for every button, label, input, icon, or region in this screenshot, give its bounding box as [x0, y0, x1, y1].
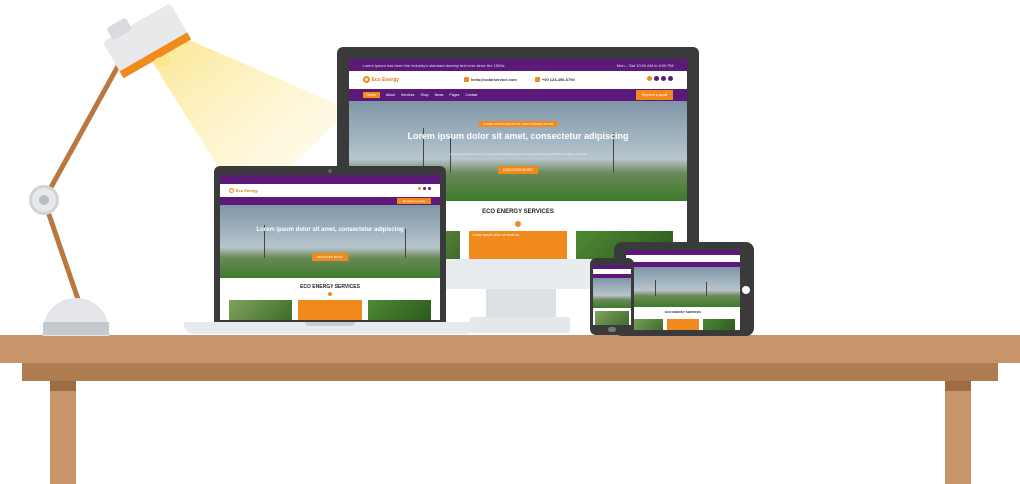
camera-icon — [328, 169, 332, 173]
site-topbar — [220, 175, 440, 184]
sun-icon — [228, 187, 234, 193]
service-card[interactable] — [367, 299, 432, 320]
lamp-base-ring — [43, 322, 109, 335]
nav-item-pages[interactable]: Pages — [449, 93, 459, 97]
nav-item-home[interactable]: Home — [362, 92, 380, 98]
service-card[interactable] — [702, 318, 736, 330]
desk-leg-left — [50, 381, 76, 484]
tablet-home-button[interactable] — [742, 286, 750, 294]
monitor-stand-base — [470, 317, 570, 333]
nav-item-shop[interactable]: Shop — [420, 93, 428, 97]
service-cards — [594, 310, 630, 325]
site-header — [626, 254, 740, 262]
section-title: ECO ENERGY SERVICES — [300, 283, 360, 290]
laptop-screen: Eco Energy Request a quote Lorem ipsum d… — [220, 175, 440, 320]
service-card[interactable] — [298, 299, 362, 320]
mail-icon — [463, 77, 469, 83]
phone-contact[interactable]: +00 123-456-6790 — [534, 75, 575, 86]
card-text: Lorem ipsum dolor sit amet co... — [472, 233, 523, 237]
logo-text: Eco Energy — [371, 76, 400, 83]
site-nav: Home About Services Shop News Pages Cont… — [349, 89, 687, 101]
facebook-icon[interactable] — [654, 76, 660, 82]
lamp-upper-arm — [41, 45, 131, 203]
hero-banner: Lorem ipsum dolor sit amet, consectetur … — [220, 205, 440, 278]
service-card[interactable] — [630, 318, 664, 330]
site-logo[interactable]: Eco Energy — [228, 186, 258, 194]
phone-text: +00 123-456-6790 — [541, 77, 575, 83]
hero-badge: LOREM IPSUM DOLOR SIT AMET CONSECTETUR — [478, 121, 558, 127]
lamp-lower-arm — [41, 197, 83, 308]
facebook-icon[interactable] — [423, 187, 427, 191]
site-header: Eco Energy hello@solarservice.com +00 12… — [349, 71, 687, 89]
hero-banner — [626, 266, 740, 307]
laptop-notch — [305, 322, 355, 326]
website-preview-tablet: ECO ENERGY SERVICES — [626, 250, 740, 330]
desk-leg-shadow — [945, 381, 971, 391]
service-card[interactable] — [228, 299, 293, 320]
service-cards — [228, 299, 432, 320]
nav-item-services[interactable]: Services — [401, 93, 414, 97]
nav-item-contact[interactable]: Contact — [465, 93, 477, 97]
lamp-joint-screw — [39, 195, 49, 205]
email-contact[interactable]: hello@solarservice.com — [463, 75, 517, 86]
service-cards — [630, 318, 736, 330]
nav-item-about[interactable]: About — [386, 93, 395, 97]
lamp-bulb — [154, 57, 170, 67]
phone-screen — [593, 265, 631, 325]
service-card[interactable] — [666, 318, 700, 330]
discover-button[interactable]: DISCOVER MORE — [312, 252, 348, 261]
social-icons — [418, 187, 432, 191]
site-logo[interactable]: Eco Energy — [362, 75, 400, 86]
quote-button[interactable]: Request a quote — [397, 197, 432, 205]
phone-icon — [534, 77, 540, 83]
instagram-icon[interactable] — [668, 76, 674, 82]
site-header: Eco Energy — [220, 183, 440, 197]
search-icon[interactable] — [418, 187, 422, 191]
email-text: hello@solarservice.com — [470, 77, 517, 83]
desk-leg-right — [945, 381, 971, 484]
discover-button[interactable]: DISCOVER MORE — [498, 166, 538, 174]
quote-button[interactable]: Request a quote — [635, 90, 674, 100]
service-card[interactable] — [594, 310, 630, 325]
twitter-icon[interactable] — [661, 76, 667, 82]
monitor-stand-neck — [486, 289, 556, 317]
nav-menu: Home About Services Shop News Pages Cont… — [362, 89, 477, 101]
hero-subtitle: Lorem ipsum dolor sit amet, consectetur … — [448, 152, 588, 156]
sun-icon — [515, 221, 521, 227]
hero-banner — [593, 277, 631, 308]
logo-text: Eco Energy — [235, 187, 258, 193]
website-preview-laptop: Eco Energy Request a quote Lorem ipsum d… — [220, 175, 440, 320]
tablet-screen: ECO ENERGY SERVICES — [626, 250, 740, 330]
sun-icon — [362, 76, 370, 84]
desk-top — [0, 335, 1020, 363]
wind-turbine — [705, 281, 707, 296]
hero-title: Lorem ipsum dolor sit amet, consectetur … — [256, 227, 404, 234]
site-nav: Request a quote — [220, 196, 440, 206]
social-icons — [647, 76, 674, 82]
site-topbar: Lorem Ipsum has been the industry's stan… — [349, 59, 687, 71]
topbar-hours: Mon – Sat 10:00 AM to 6:00 PM — [616, 62, 674, 68]
website-preview-phone — [593, 265, 631, 325]
section-title: ECO ENERGY SERVICES — [665, 310, 701, 314]
hero-title: Lorem ipsum dolor sit amet, consectetur … — [407, 131, 629, 141]
twitter-icon[interactable] — [428, 187, 432, 191]
phone-home-button[interactable] — [608, 327, 616, 332]
service-card[interactable]: Lorem ipsum dolor sit amet co... — [469, 231, 567, 259]
nav-item-news[interactable]: News — [435, 93, 444, 97]
desk-leg-shadow — [50, 381, 76, 391]
wind-turbine — [654, 279, 656, 296]
desk-rail — [22, 363, 998, 381]
topbar-text: Lorem Ipsum has been the industry's stan… — [362, 62, 505, 68]
sun-icon — [328, 292, 332, 297]
search-icon[interactable] — [647, 76, 653, 82]
